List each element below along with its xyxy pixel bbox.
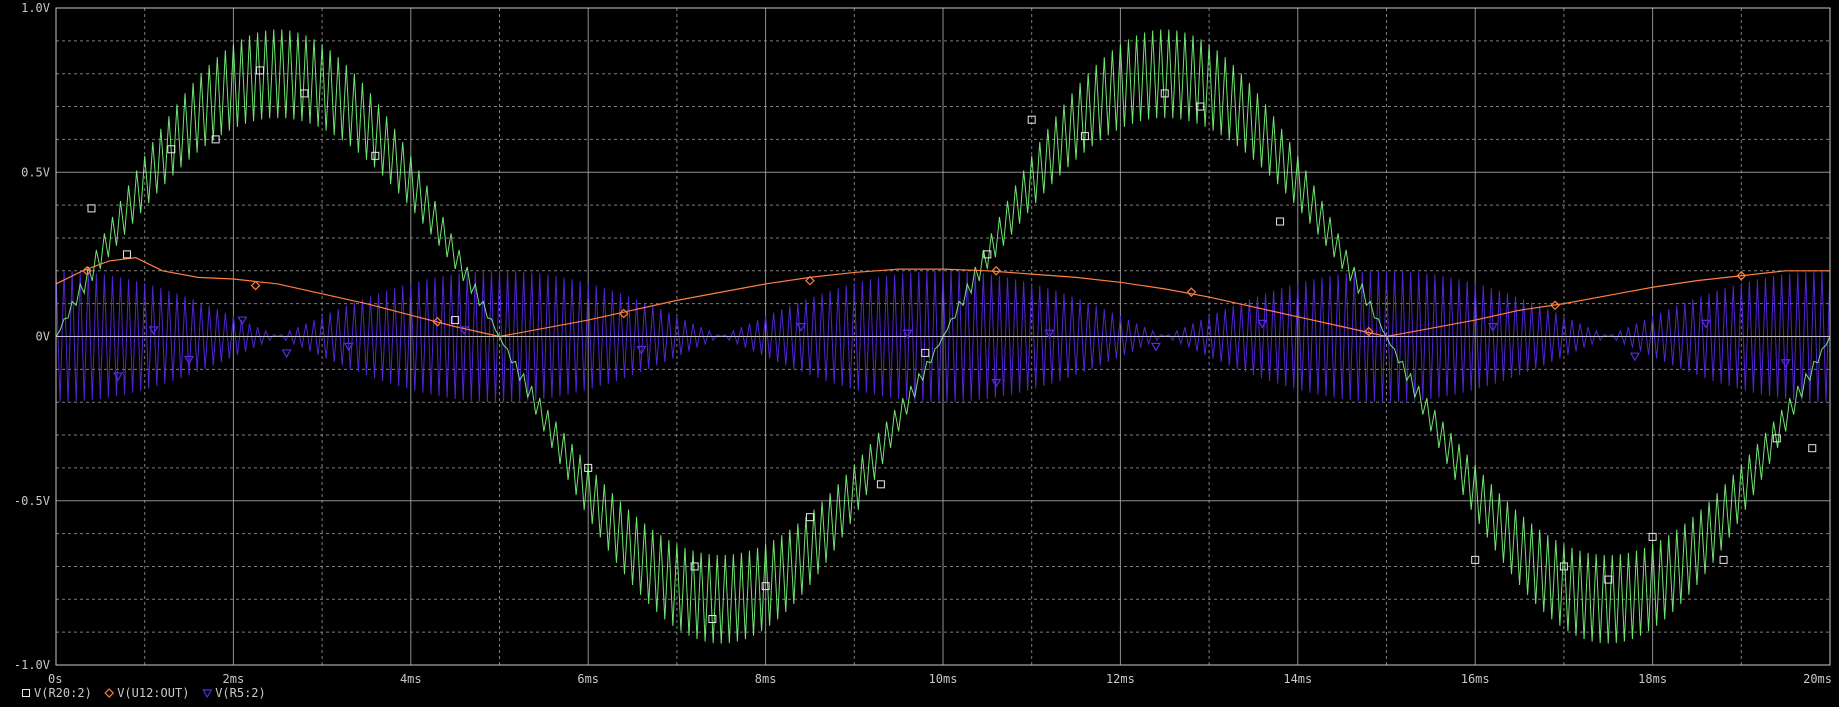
waveform-plot: 1.0V 0.5V 0V -0.5V -1.0V 0s 2ms 4ms 6ms 8ms 10ms 1… [0, 0, 1839, 707]
y-tick-label: 0.5V [21, 165, 50, 179]
x-tick-label: 4ms [400, 672, 422, 686]
y-tick-label: -0.5V [14, 494, 50, 508]
x-tick-label: 12ms [1106, 672, 1135, 686]
y-tick-label: 0V [36, 330, 50, 344]
x-tick-label: 2ms [223, 672, 245, 686]
x-tick-label: 0s [48, 672, 62, 686]
x-tick-label: 16ms [1461, 672, 1490, 686]
x-tick-label: 14ms [1283, 672, 1312, 686]
legend: V(R20:2) V(U12:OUT) V(R5:2) [22, 686, 266, 700]
legend-label: V(R5:2) [215, 686, 266, 700]
y-tick-label: 1.0V [21, 1, 50, 15]
x-tick-label: 10ms [929, 672, 958, 686]
x-tick-label: 20ms [1803, 672, 1832, 686]
y-tick-label: -1.0V [14, 658, 50, 672]
x-tick-label: 8ms [755, 672, 777, 686]
legend-label: V(U12:OUT) [117, 686, 189, 700]
legend-item: V(U12:OUT) [104, 686, 189, 700]
x-tick-label: 18ms [1638, 672, 1667, 686]
x-tick-label: 6ms [577, 672, 599, 686]
legend-label: V(R20:2) [34, 686, 92, 700]
